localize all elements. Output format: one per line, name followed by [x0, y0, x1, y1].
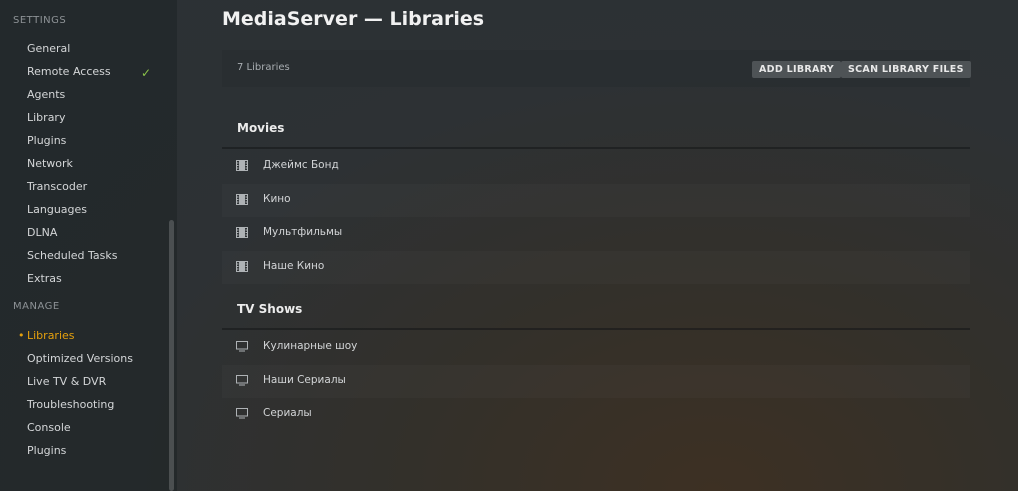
monitor-icon	[236, 408, 248, 419]
sidebar-item-plugins-manage[interactable]: Plugins	[27, 442, 66, 460]
library-name: Кино	[263, 193, 291, 205]
sidebar-item-remote-access[interactable]: Remote Access	[27, 63, 111, 81]
add-library-button[interactable]: ADD LIBRARY	[752, 61, 841, 78]
library-row[interactable]: Кулинарные шоу	[222, 331, 970, 364]
library-name: Мультфильмы	[263, 226, 343, 238]
sidebar-item-agents[interactable]: Agents	[27, 86, 65, 104]
library-count: 7 Libraries	[237, 62, 290, 73]
library-toolbar: 7 Libraries ADD LIBRARY SCAN LIBRARY FIL…	[222, 50, 971, 87]
group-title-tv-shows: TV Shows	[237, 302, 303, 316]
film-icon	[236, 160, 248, 171]
sidebar-item-library[interactable]: Library	[27, 109, 65, 127]
sidebar-item-network[interactable]: Network	[27, 155, 73, 173]
library-row[interactable]: Сериалы	[222, 398, 970, 431]
sidebar-item-label: Libraries	[27, 329, 75, 342]
divider	[222, 328, 970, 330]
monitor-icon	[236, 341, 248, 352]
settings-heading: SETTINGS	[13, 15, 67, 26]
scan-library-files-button[interactable]: SCAN LIBRARY FILES	[841, 61, 971, 78]
library-row[interactable]: Мультфильмы	[222, 217, 970, 250]
sidebar-scrollbar[interactable]	[169, 220, 174, 491]
divider	[222, 147, 970, 149]
page-title: MediaServer — Libraries	[222, 8, 485, 30]
sidebar-item-scheduled-tasks[interactable]: Scheduled Tasks	[27, 247, 118, 265]
manage-heading: MANAGE	[13, 301, 60, 312]
library-row[interactable]: Наше Кино	[222, 251, 970, 284]
sidebar-item-troubleshooting[interactable]: Troubleshooting	[27, 396, 114, 414]
sidebar-item-optimized-versions[interactable]: Optimized Versions	[27, 350, 133, 368]
sidebar-item-console[interactable]: Console	[27, 419, 71, 437]
sidebar-item-extras[interactable]: Extras	[27, 270, 62, 288]
library-name: Наши Сериалы	[263, 374, 346, 386]
film-icon	[236, 227, 248, 238]
library-name: Кулинарные шоу	[263, 340, 358, 352]
library-name: Наше Кино	[263, 260, 325, 272]
sidebar-item-transcoder[interactable]: Transcoder	[27, 178, 87, 196]
sidebar-item-general[interactable]: General	[27, 40, 70, 58]
library-row[interactable]: Джеймс Бонд	[222, 150, 970, 183]
sidebar: SETTINGS General Remote Access ✓ Agents …	[0, 0, 177, 491]
sidebar-item-languages[interactable]: Languages	[27, 201, 87, 219]
film-icon	[236, 194, 248, 205]
library-name: Сериалы	[263, 407, 312, 419]
active-dot-icon: •	[18, 329, 25, 342]
library-row[interactable]: Наши Сериалы	[222, 365, 970, 398]
film-icon	[236, 261, 248, 272]
sidebar-item-live-tv-dvr[interactable]: Live TV & DVR	[27, 373, 106, 391]
checkmark-icon: ✓	[141, 66, 152, 80]
sidebar-item-libraries[interactable]: • Libraries	[18, 327, 75, 345]
group-title-movies: Movies	[237, 121, 285, 135]
library-row[interactable]: Кино	[222, 184, 970, 217]
library-name: Джеймс Бонд	[263, 159, 339, 171]
sidebar-item-dlna[interactable]: DLNA	[27, 224, 57, 242]
sidebar-item-plugins[interactable]: Plugins	[27, 132, 66, 150]
monitor-icon	[236, 375, 248, 386]
